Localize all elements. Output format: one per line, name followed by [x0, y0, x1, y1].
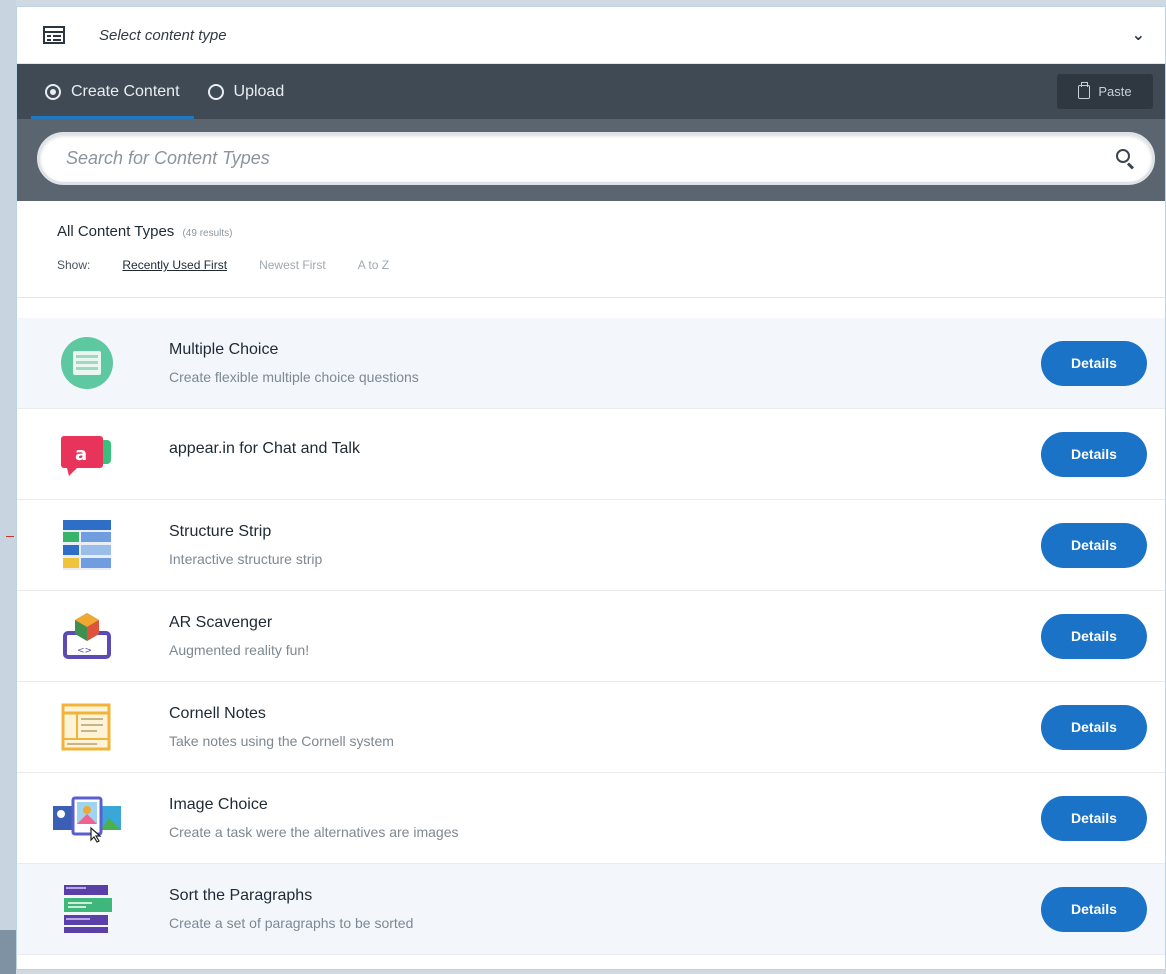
list-item[interactable]: Multiple Choice Create flexible multiple…: [17, 318, 1165, 409]
image-choice-icon: [51, 788, 123, 848]
tab-upload[interactable]: Upload: [194, 64, 299, 119]
sort-recently-used[interactable]: Recently Used First: [122, 258, 227, 272]
tab-upload-label: Upload: [233, 82, 285, 100]
item-title: AR Scavenger: [169, 614, 273, 631]
item-title: Image Choice: [169, 796, 268, 813]
search-band: [17, 119, 1165, 201]
cornell-notes-icon: [51, 697, 123, 757]
item-summary: Take notes using the Cornell system: [169, 733, 394, 749]
item-summary: Augmented reality fun!: [169, 642, 310, 658]
content-type-list: Multiple Choice Create flexible multiple…: [17, 318, 1165, 955]
tab-create-content[interactable]: Create Content: [31, 64, 194, 119]
search-input[interactable]: [66, 148, 1116, 169]
svg-text:a: a: [75, 444, 87, 465]
ar-scavenger-icon: <>: [51, 606, 123, 666]
item-summary: Create a task were the alternatives are …: [169, 824, 459, 840]
structure-strip-icon: [51, 515, 123, 575]
edge-mark: [6, 536, 14, 537]
sort-paragraphs-icon: [51, 879, 123, 939]
svg-text:<>: <>: [77, 646, 92, 656]
sort-options: Show: Recently Used First Newest First A…: [57, 258, 1165, 272]
item-title: Cornell Notes: [169, 705, 266, 722]
radio-unselected-icon[interactable]: [207, 83, 224, 100]
item-title: Structure Strip: [169, 523, 272, 540]
details-button[interactable]: Details: [1041, 431, 1147, 477]
sort-show-label: Show:: [57, 258, 91, 272]
list-item[interactable]: Image Choice Create a task were the alte…: [17, 773, 1165, 864]
list-item[interactable]: Structure Strip Interactive structure st…: [17, 500, 1165, 591]
list-item[interactable]: a appear.in for Chat and Talk Details: [17, 409, 1165, 500]
list-item[interactable]: Cornell Notes Take notes using the Corne…: [17, 682, 1165, 773]
item-summary: Create a set of paragraphs to be sorted: [169, 915, 414, 931]
item-title: Multiple Choice: [169, 341, 279, 358]
paste-button[interactable]: Paste: [1057, 74, 1153, 109]
appear-in-icon: a: [51, 424, 123, 484]
radio-selected-icon[interactable]: [45, 83, 61, 100]
results-header: All Content Types (49 results) Show: Rec…: [17, 201, 1165, 298]
item-title: Sort the Paragraphs: [169, 887, 313, 904]
content-type-icon: [43, 26, 65, 44]
details-button[interactable]: Details: [1041, 522, 1147, 568]
tab-create-content-label: Create Content: [71, 82, 180, 100]
results-title: All Content Types (49 results): [57, 223, 1165, 240]
taskbar-fragment: [0, 930, 16, 974]
content-type-label: Select content type: [99, 26, 227, 44]
clipboard-icon: [1078, 81, 1091, 99]
details-button[interactable]: Details: [1041, 886, 1147, 932]
content-type-selector[interactable]: Select content type ⌄: [17, 7, 1165, 64]
results-title-text: All Content Types: [57, 223, 175, 240]
item-summary: Create flexible multiple choice question…: [169, 369, 419, 385]
details-button[interactable]: Details: [1041, 704, 1147, 750]
item-summary: Interactive structure strip: [169, 551, 323, 567]
chevron-down-icon[interactable]: ⌄: [1132, 25, 1145, 45]
details-button[interactable]: Details: [1041, 340, 1147, 386]
list-item[interactable]: Sort the Paragraphs Create a set of para…: [17, 864, 1165, 955]
list-item[interactable]: <> AR Scavenger Augmented reality fun! D…: [17, 591, 1165, 682]
results-count: (49 results): [182, 228, 233, 239]
multiple-choice-icon: [51, 333, 123, 393]
list-spacer: [17, 298, 1165, 318]
search-icon[interactable]: [1116, 148, 1136, 170]
content-type-hub: Select content type ⌄ Create Content Upl…: [16, 6, 1166, 970]
background-strip: [0, 0, 16, 974]
details-button[interactable]: Details: [1041, 795, 1147, 841]
sort-newest-first[interactable]: Newest First: [259, 258, 326, 272]
details-button[interactable]: Details: [1041, 613, 1147, 659]
sort-a-to-z[interactable]: A to Z: [358, 258, 389, 272]
item-title: appear.in for Chat and Talk: [169, 440, 360, 457]
search-box: [37, 132, 1155, 185]
tabs-bar: Create Content Upload Paste: [17, 64, 1165, 119]
paste-label: Paste: [1098, 84, 1132, 99]
